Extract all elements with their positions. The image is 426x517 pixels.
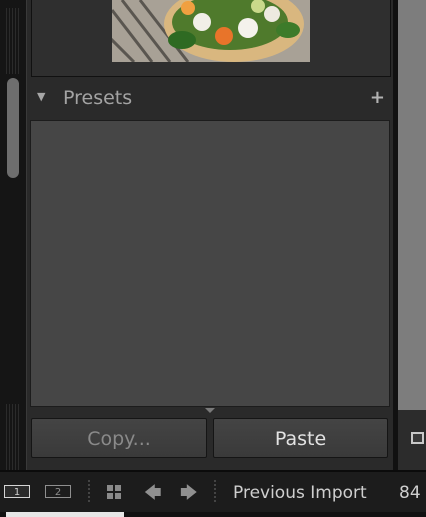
filmstrip-toolbar: 1 2 🡄 🡆 Previous Import 84 [0,472,426,517]
develop-left-panel: ▼ Presets + Copy... Paste [26,0,394,470]
photo-count: 84 [399,483,421,503]
monitor-1-button[interactable]: 1 [4,485,30,498]
panel-resize-arrow-icon[interactable] [205,408,215,413]
arrow-left-icon[interactable]: 🡄 [144,480,162,509]
add-icon[interactable]: + [370,87,385,108]
image-canvas-edge [398,0,426,410]
separator [214,480,216,504]
presets-header[interactable]: ▼ Presets + [27,84,393,116]
monitor-2-button[interactable]: 2 [45,485,71,498]
view-toggle-icon[interactable] [411,432,424,444]
photo-thumbnail[interactable] [112,0,310,62]
presets-list[interactable] [30,120,390,407]
scroll-grip-top [6,8,20,74]
scroll-grip-bottom [6,404,20,470]
grid-icon[interactable] [106,484,122,500]
filmstrip-selection [6,512,124,517]
presets-title: Presets [63,87,133,109]
scrollbar-thumb[interactable] [7,78,19,178]
copy-button[interactable]: Copy... [31,418,207,458]
separator [88,480,90,504]
paste-button[interactable]: Paste [213,418,388,458]
source-label[interactable]: Previous Import [233,483,367,503]
navigator-preview [31,0,391,77]
disclosure-triangle-icon[interactable]: ▼ [37,90,45,103]
left-scrollbar-track[interactable] [0,0,26,470]
arrow-right-icon[interactable]: 🡆 [180,480,198,509]
